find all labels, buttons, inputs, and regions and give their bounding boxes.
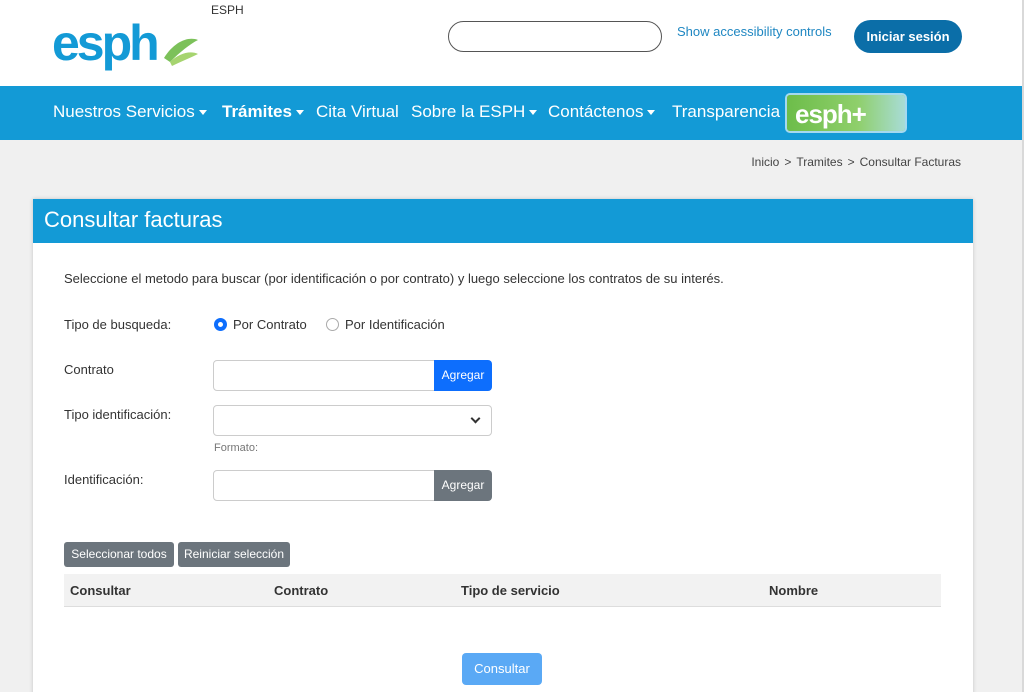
radio-por-contrato[interactable] bbox=[214, 318, 227, 331]
esph-plus-wordmark: esph+ bbox=[795, 99, 868, 129]
card-header: Consultar facturas bbox=[33, 199, 973, 243]
nav-label: Sobre la ESPH bbox=[411, 102, 526, 121]
breadcrumb-inicio[interactable]: Inicio bbox=[751, 155, 779, 169]
breadcrumb-separator: > bbox=[847, 155, 855, 169]
nav-item-tramites[interactable]: Trámites bbox=[222, 86, 304, 140]
site-name: ESPH bbox=[211, 3, 244, 17]
page-title: Consultar facturas bbox=[44, 207, 223, 232]
esph-plus-logo[interactable]: esph+ bbox=[785, 93, 907, 133]
nav-label: Transparencia bbox=[672, 102, 781, 121]
column-header-consultar: Consultar bbox=[70, 583, 131, 598]
nav-label: Cita Virtual bbox=[316, 102, 399, 121]
breadcrumb-separator: > bbox=[784, 155, 792, 169]
svg-text:esph: esph bbox=[52, 15, 157, 71]
nav-label: Nuestros Servicios bbox=[53, 102, 195, 121]
column-header-tipo-servicio: Tipo de servicio bbox=[461, 583, 560, 598]
consultar-facturas-card: Consultar facturas Seleccione el metodo … bbox=[33, 199, 973, 692]
identification-label: Identificación: bbox=[64, 472, 144, 487]
esph-plus-text: esph+ bbox=[795, 99, 867, 129]
login-button[interactable]: Iniciar sesión bbox=[854, 20, 962, 53]
id-type-label: Tipo identificación: bbox=[64, 407, 172, 422]
chevron-down-icon bbox=[470, 413, 481, 424]
add-identification-button[interactable]: Agregar bbox=[434, 470, 492, 501]
breadcrumb: Inicio > Tramites > Consultar Facturas bbox=[751, 155, 961, 169]
contracts-table-header: Consultar Contrato Tipo de servicio Nomb… bbox=[64, 574, 941, 607]
intro-text: Seleccione el metodo para buscar (por id… bbox=[64, 271, 724, 286]
nav-item-cita-virtual[interactable]: Cita Virtual bbox=[316, 86, 399, 140]
nav-item-transparencia[interactable]: Transparencia bbox=[672, 86, 780, 140]
nav-item-nuestros-servicios[interactable]: Nuestros Servicios bbox=[53, 86, 207, 140]
caret-down-icon bbox=[198, 110, 207, 116]
identification-input[interactable] bbox=[213, 470, 435, 501]
reset-selection-button[interactable]: Reiniciar selección bbox=[178, 542, 290, 567]
main-nav: Nuestros Servicios Trámites Cita Virtual… bbox=[0, 86, 1022, 140]
search-type-label: Tipo de busqueda: bbox=[64, 317, 172, 332]
nav-label: Trámites bbox=[222, 102, 292, 121]
nav-label: Contáctenos bbox=[548, 102, 644, 121]
radio-por-identificacion-label[interactable]: Por Identificación bbox=[345, 317, 445, 332]
add-contract-button[interactable]: Agregar bbox=[434, 360, 492, 391]
breadcrumb-tramites[interactable]: Tramites bbox=[796, 155, 842, 169]
column-header-nombre: Nombre bbox=[769, 583, 819, 598]
contract-label: Contrato bbox=[64, 362, 114, 377]
column-header-contrato: Contrato bbox=[274, 583, 329, 598]
format-hint: Formato: bbox=[214, 442, 259, 454]
top-header: esph ESPH Show accessibility controls In… bbox=[0, 0, 1022, 86]
consultar-button[interactable]: Consultar bbox=[462, 653, 542, 685]
radio-por-identificacion[interactable] bbox=[326, 318, 339, 331]
radio-por-contrato-label[interactable]: Por Contrato bbox=[233, 317, 307, 332]
search-input[interactable] bbox=[448, 21, 662, 52]
caret-down-icon bbox=[647, 110, 656, 116]
caret-down-icon bbox=[529, 110, 538, 116]
accessibility-controls-link[interactable]: Show accessibility controls bbox=[677, 24, 832, 39]
nav-item-sobre-la-esph[interactable]: Sobre la ESPH bbox=[411, 86, 538, 140]
caret-down-icon bbox=[295, 110, 304, 116]
contract-input[interactable] bbox=[213, 360, 435, 391]
esph-logo[interactable]: esph bbox=[52, 14, 202, 72]
id-type-select[interactable] bbox=[213, 405, 492, 436]
nav-item-contactenos[interactable]: Contáctenos bbox=[548, 86, 656, 140]
select-all-button[interactable]: Seleccionar todos bbox=[64, 542, 174, 567]
breadcrumb-current: Consultar Facturas bbox=[859, 155, 961, 169]
